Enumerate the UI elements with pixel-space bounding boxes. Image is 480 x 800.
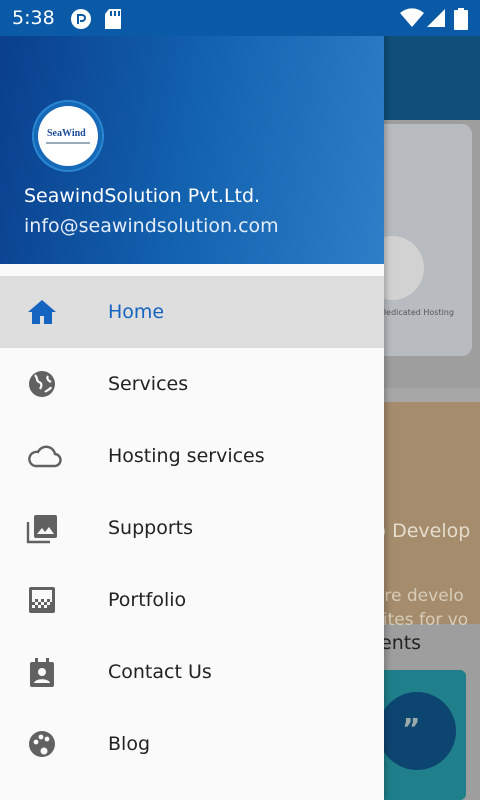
battery-icon: [454, 8, 468, 34]
palette-icon: [26, 730, 58, 758]
company-logo: SeaWind: [38, 106, 98, 166]
quote-icon: ”: [402, 712, 421, 745]
wifi-icon: [400, 8, 424, 32]
menu-item-label: Hosting services: [108, 445, 265, 467]
menu-item-blog[interactable]: Blog: [0, 708, 384, 780]
home-icon: [26, 298, 58, 326]
menu-item-label: Blog: [108, 733, 150, 755]
company-email: info@seawindsolution.com: [24, 215, 279, 237]
menu-item-contact-us[interactable]: Contact Us: [0, 636, 384, 708]
pocket-casts-icon: [70, 8, 92, 34]
avatar[interactable]: SeaWind: [32, 100, 104, 172]
menu-item-label: Services: [108, 373, 189, 395]
status-time: 5:38: [12, 7, 55, 29]
gradient-pattern-icon: [26, 586, 58, 614]
navigation-drawer: SeaWind SeawindSolution Pvt.Ltd. info@se…: [0, 36, 384, 800]
photo-library-icon: [26, 514, 58, 544]
card-text-dedicated: Dedicated Hosting: [380, 308, 454, 317]
menu-item-services[interactable]: Services: [0, 348, 384, 420]
menu-item-supports[interactable]: Supports: [0, 492, 384, 564]
drawer-header: SeaWind SeawindSolution Pvt.Ltd. info@se…: [0, 36, 384, 264]
menu-item-label: Supports: [108, 517, 194, 539]
card-desc-1: are develo: [374, 586, 464, 606]
divider-strip: [384, 388, 480, 402]
menu-item-hosting-services[interactable]: Hosting services: [0, 420, 384, 492]
menu-item-label: Portfolio: [108, 589, 187, 611]
logo-text: SeaWind: [47, 128, 86, 139]
card-desc-2: sites for vo: [374, 610, 469, 630]
company-name: SeawindSolution Pvt.Ltd.: [24, 185, 261, 207]
section-heading: ents: [380, 632, 422, 654]
status-bar: 5:38: [0, 0, 480, 36]
menu-item-label: Contact Us: [108, 661, 212, 683]
card-title-dev: b Develop: [374, 520, 471, 542]
menu-item-portfolio[interactable]: Portfolio: [0, 564, 384, 636]
sd-card-icon: [104, 8, 122, 34]
menu-item-label: Home: [108, 301, 165, 323]
contact-badge-icon: [26, 658, 58, 687]
logo-line: [46, 142, 90, 144]
cloud-icon: [26, 442, 62, 470]
quote-fab[interactable]: ”: [378, 692, 456, 770]
globe-icon: [26, 370, 58, 398]
menu-item-home[interactable]: Home: [0, 276, 384, 348]
signal-icon: [426, 8, 446, 32]
